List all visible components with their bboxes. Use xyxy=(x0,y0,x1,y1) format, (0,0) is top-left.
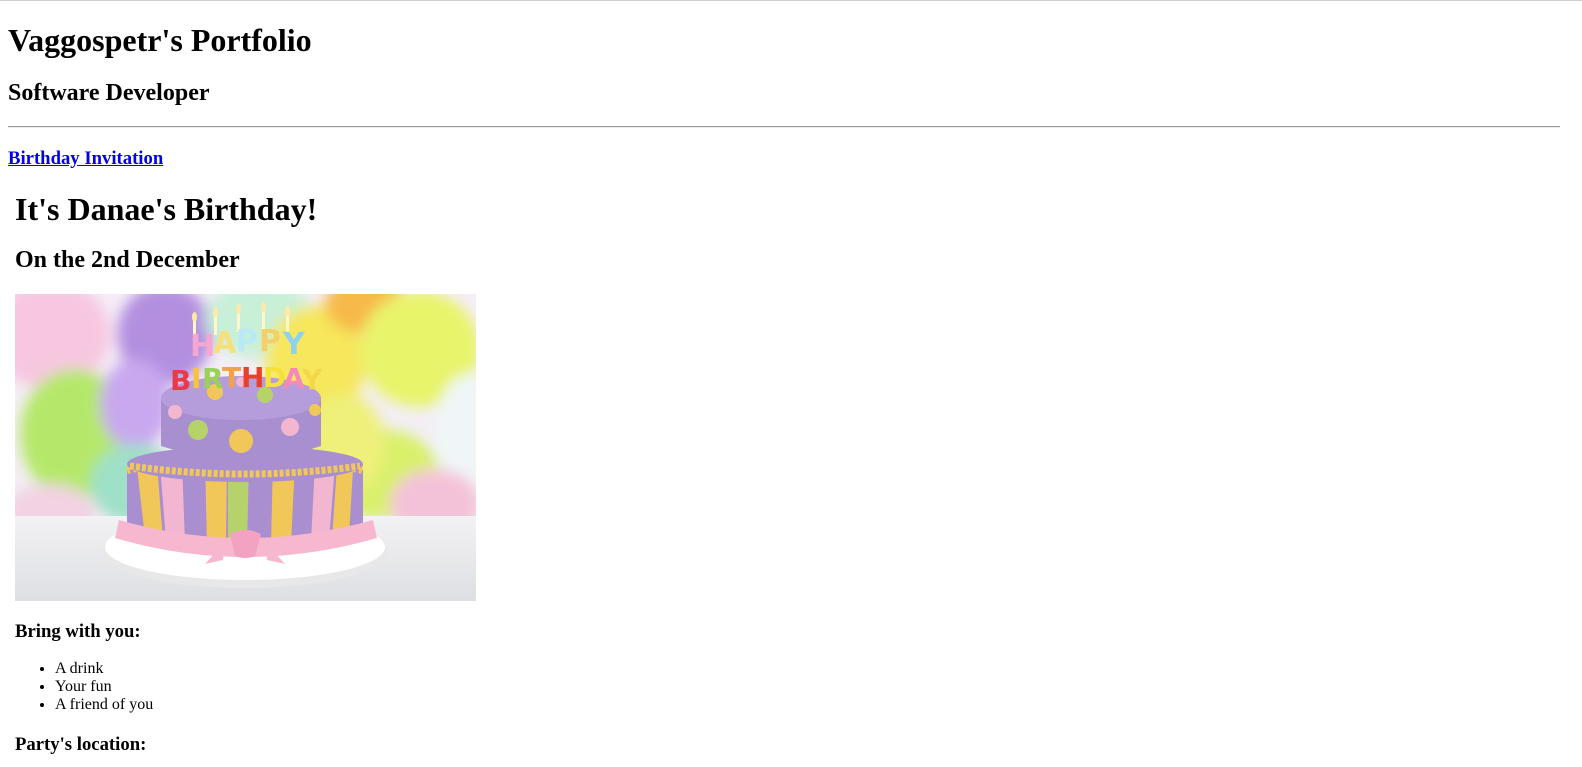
svg-text:A: A xyxy=(213,326,237,361)
location-heading: Party's location: xyxy=(15,734,147,755)
portfolio-subtitle: Software Developer xyxy=(8,80,210,106)
svg-text:P: P xyxy=(259,324,281,359)
svg-text:I: I xyxy=(191,362,201,395)
birthday-cake-image: H A P P Y B I R T H D A Y xyxy=(15,294,476,601)
birthday-invitation-link[interactable]: Birthday Invitation xyxy=(8,148,163,169)
svg-text:P: P xyxy=(236,324,258,359)
invitation-date: On the 2nd December xyxy=(15,247,240,273)
invitation-title: It's Danae's Birthday! xyxy=(15,191,318,227)
list-item: Your fun xyxy=(55,678,153,696)
svg-text:R: R xyxy=(202,362,224,395)
svg-text:Y: Y xyxy=(301,363,323,396)
svg-text:T: T xyxy=(222,361,241,394)
cake-photo-illustration: H A P P Y B I R T H D A Y xyxy=(15,294,476,601)
horizontal-rule xyxy=(8,126,1560,128)
list-item: A friend of you xyxy=(55,696,153,714)
portfolio-title: Vaggospetr's Portfolio xyxy=(8,22,312,58)
svg-text:Y: Y xyxy=(282,327,306,362)
list-item: A drink xyxy=(55,660,153,678)
svg-text:H: H xyxy=(190,329,215,364)
top-border xyxy=(0,0,1582,1)
bring-list: A drink Your fun A friend of you xyxy=(15,660,153,714)
svg-text:B: B xyxy=(170,364,191,397)
candle-letters: H A P P Y B I R T H D A Y xyxy=(170,324,323,397)
svg-text:H: H xyxy=(241,361,264,394)
bring-heading: Bring with you: xyxy=(15,621,141,642)
